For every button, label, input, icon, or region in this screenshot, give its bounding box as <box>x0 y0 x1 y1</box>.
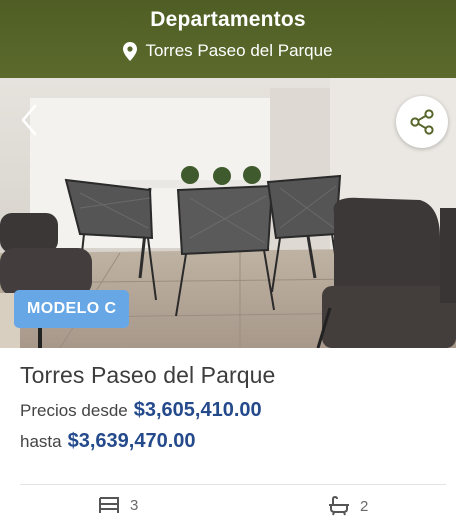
price-to-label: hasta <box>20 432 62 451</box>
price-from-label: Precios desde <box>20 401 128 420</box>
bathrooms-count: 2 <box>360 497 369 515</box>
chevron-left-icon <box>21 104 37 136</box>
share-icon <box>410 109 434 135</box>
price-to-row: hasta $3,639,470.00 <box>20 430 440 453</box>
model-badge: MODELO C <box>14 290 130 328</box>
map-pin-icon <box>123 41 138 61</box>
price-from-row: Precios desde $3,605,410.00 <box>20 399 440 422</box>
divider <box>20 484 446 485</box>
bathrooms-feature: 2 <box>328 496 368 516</box>
listing-title[interactable]: Torres Paseo del Parque <box>20 362 440 389</box>
bedrooms-count: 3 <box>130 496 139 514</box>
price-to-value: $3,639,470.00 <box>67 430 196 452</box>
bedrooms-feature: 3 <box>98 496 138 514</box>
listing-info: Torres Paseo del Parque Precios desde $3… <box>20 362 440 453</box>
location-text: Torres Paseo del Parque <box>145 41 333 60</box>
price-from-value: $3,605,410.00 <box>133 399 262 421</box>
page-header: Departamentos Torres Paseo del Parque <box>0 0 456 78</box>
bathtub-icon <box>329 496 349 516</box>
bed-icon <box>99 497 119 513</box>
share-button[interactable] <box>396 96 448 148</box>
previous-photo-button[interactable] <box>14 100 44 140</box>
location-line: Torres Paseo del Parque <box>0 41 456 61</box>
page-title: Departamentos <box>150 8 306 31</box>
